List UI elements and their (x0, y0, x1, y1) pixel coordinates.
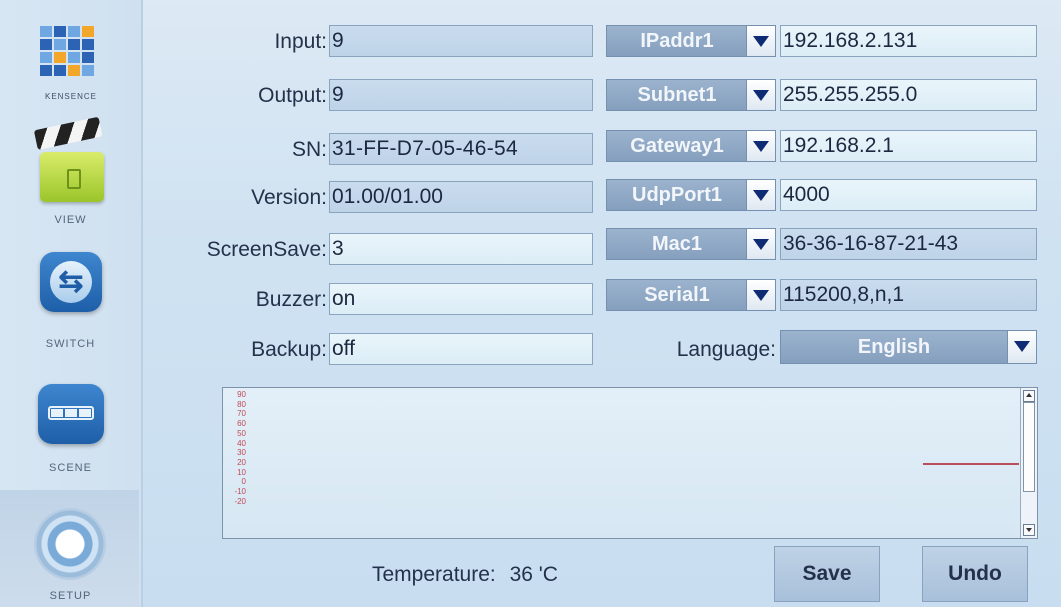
scene-icon[interactable] (38, 384, 104, 444)
mac-dropdown-arrow-icon[interactable] (746, 229, 775, 259)
ipaddr-dropdown-arrow-icon[interactable] (746, 26, 775, 56)
buzzer-input[interactable]: on (329, 283, 593, 315)
axis-tick-label: 90 (237, 390, 246, 399)
axis-tick-label: 30 (237, 448, 246, 458)
ipaddr-select-label: IPaddr1 (640, 30, 714, 52)
brand-name: KENSENCE (44, 92, 97, 101)
input-label: Input: (274, 30, 327, 53)
screensave-label: ScreenSave: (206, 238, 327, 261)
ipaddr-select[interactable]: IPaddr1 (606, 25, 776, 57)
graph-scrollbar[interactable] (1020, 388, 1037, 538)
axis-tick-label: 40 (237, 438, 246, 448)
serial-field: 115200,8,n,1 (780, 279, 1037, 311)
sidebar-item-switch-label[interactable]: SWITCH (0, 338, 141, 350)
backup-label: Backup: (251, 338, 327, 361)
screensave-input[interactable]: 3 (329, 233, 593, 265)
scroll-down-arrow-icon[interactable] (1023, 524, 1035, 536)
gateway-select-label: Gateway1 (630, 135, 724, 157)
switch-arrows-icon[interactable]: ⇆ (40, 252, 102, 312)
subnet-dropdown-arrow-icon[interactable] (746, 80, 775, 110)
temperature-label: Temperature: (372, 563, 496, 586)
udpport-select[interactable]: UdpPort1 (606, 179, 776, 211)
serial-dropdown-arrow-icon[interactable] (746, 280, 775, 310)
axis-tick-label: 20 (237, 457, 246, 467)
axis-tick-label: -10 (234, 487, 246, 497)
udpport-select-label: UdpPort1 (632, 184, 722, 206)
scroll-up-arrow-icon[interactable] (1023, 390, 1035, 402)
subnet-input[interactable]: 255.255.255.0 (780, 79, 1037, 111)
udpport-dropdown-arrow-icon[interactable] (746, 180, 775, 210)
subnet-select[interactable]: Subnet1 (606, 79, 776, 111)
setup-gear-icon[interactable] (34, 508, 106, 580)
sidebar-item-scene-label[interactable]: SCENE (0, 462, 141, 474)
axis-tick-label: 70 (237, 409, 246, 419)
axis-tick-label: 0 (241, 477, 246, 487)
mac-select[interactable]: Mac1 (606, 228, 776, 260)
axis-tick-label: 80 (237, 399, 246, 409)
language-dropdown-arrow-icon[interactable] (1007, 331, 1036, 363)
buzzer-label: Buzzer: (255, 288, 327, 311)
gateway-select[interactable]: Gateway1 (606, 130, 776, 162)
udpport-input[interactable]: 4000 (780, 179, 1037, 211)
axis-tick-label: 60 (237, 419, 246, 429)
output-field: 9 (329, 79, 593, 111)
temperature-readout: Temperature: 36 'C (372, 563, 558, 587)
gateway-input[interactable]: 192.168.2.1 (780, 130, 1037, 162)
gateway-dropdown-arrow-icon[interactable] (746, 131, 775, 161)
temperature-graph: 90 80 70 60 50 40 30 20 10 0 -10 -20 (222, 387, 1038, 539)
serial-select[interactable]: Serial1 (606, 279, 776, 311)
undo-button[interactable]: Undo (922, 546, 1028, 602)
axis-tick-label: 10 (237, 467, 246, 477)
version-field: 01.00/01.00 (329, 181, 593, 213)
temperature-value: 36 'C (509, 563, 558, 586)
language-value: English (857, 336, 931, 358)
subnet-select-label: Subnet1 (637, 84, 717, 106)
language-label: Language: (676, 338, 776, 361)
ipaddr-input[interactable]: 192.168.2.131 (780, 25, 1037, 57)
serial-select-label: Serial1 (644, 284, 710, 306)
save-button[interactable]: Save (774, 546, 880, 602)
output-label: Output: (258, 84, 327, 107)
temperature-trace-line (923, 463, 1019, 465)
view-clapperboard-icon[interactable] (33, 116, 108, 206)
sidebar: KENSENCE VIEW ⇆ SWITCH SCENE SETUP (0, 0, 143, 607)
setup-screen: KENSENCE VIEW ⇆ SWITCH SCENE SETUP Input… (0, 0, 1061, 607)
kensence-logo-icon (40, 26, 96, 82)
backup-input[interactable]: off (329, 333, 593, 365)
input-field: 9 (329, 25, 593, 57)
language-select[interactable]: English (780, 330, 1037, 364)
axis-tick-label: 50 (237, 428, 246, 438)
version-label: Version: (251, 186, 327, 209)
sn-field: 31-FF-D7-05-46-54 (329, 133, 593, 165)
sn-label: SN: (291, 138, 327, 161)
mac-select-label: Mac1 (651, 233, 703, 255)
sidebar-item-setup-label[interactable]: SETUP (0, 590, 141, 602)
scroll-thumb[interactable] (1023, 402, 1035, 492)
axis-tick-label: -20 (234, 496, 246, 506)
graph-y-axis: 90 80 70 60 50 40 30 20 10 0 -10 -20 (226, 390, 246, 506)
sidebar-item-view-label[interactable]: VIEW (0, 214, 141, 226)
mac-field: 36-36-16-87-21-43 (780, 228, 1037, 260)
